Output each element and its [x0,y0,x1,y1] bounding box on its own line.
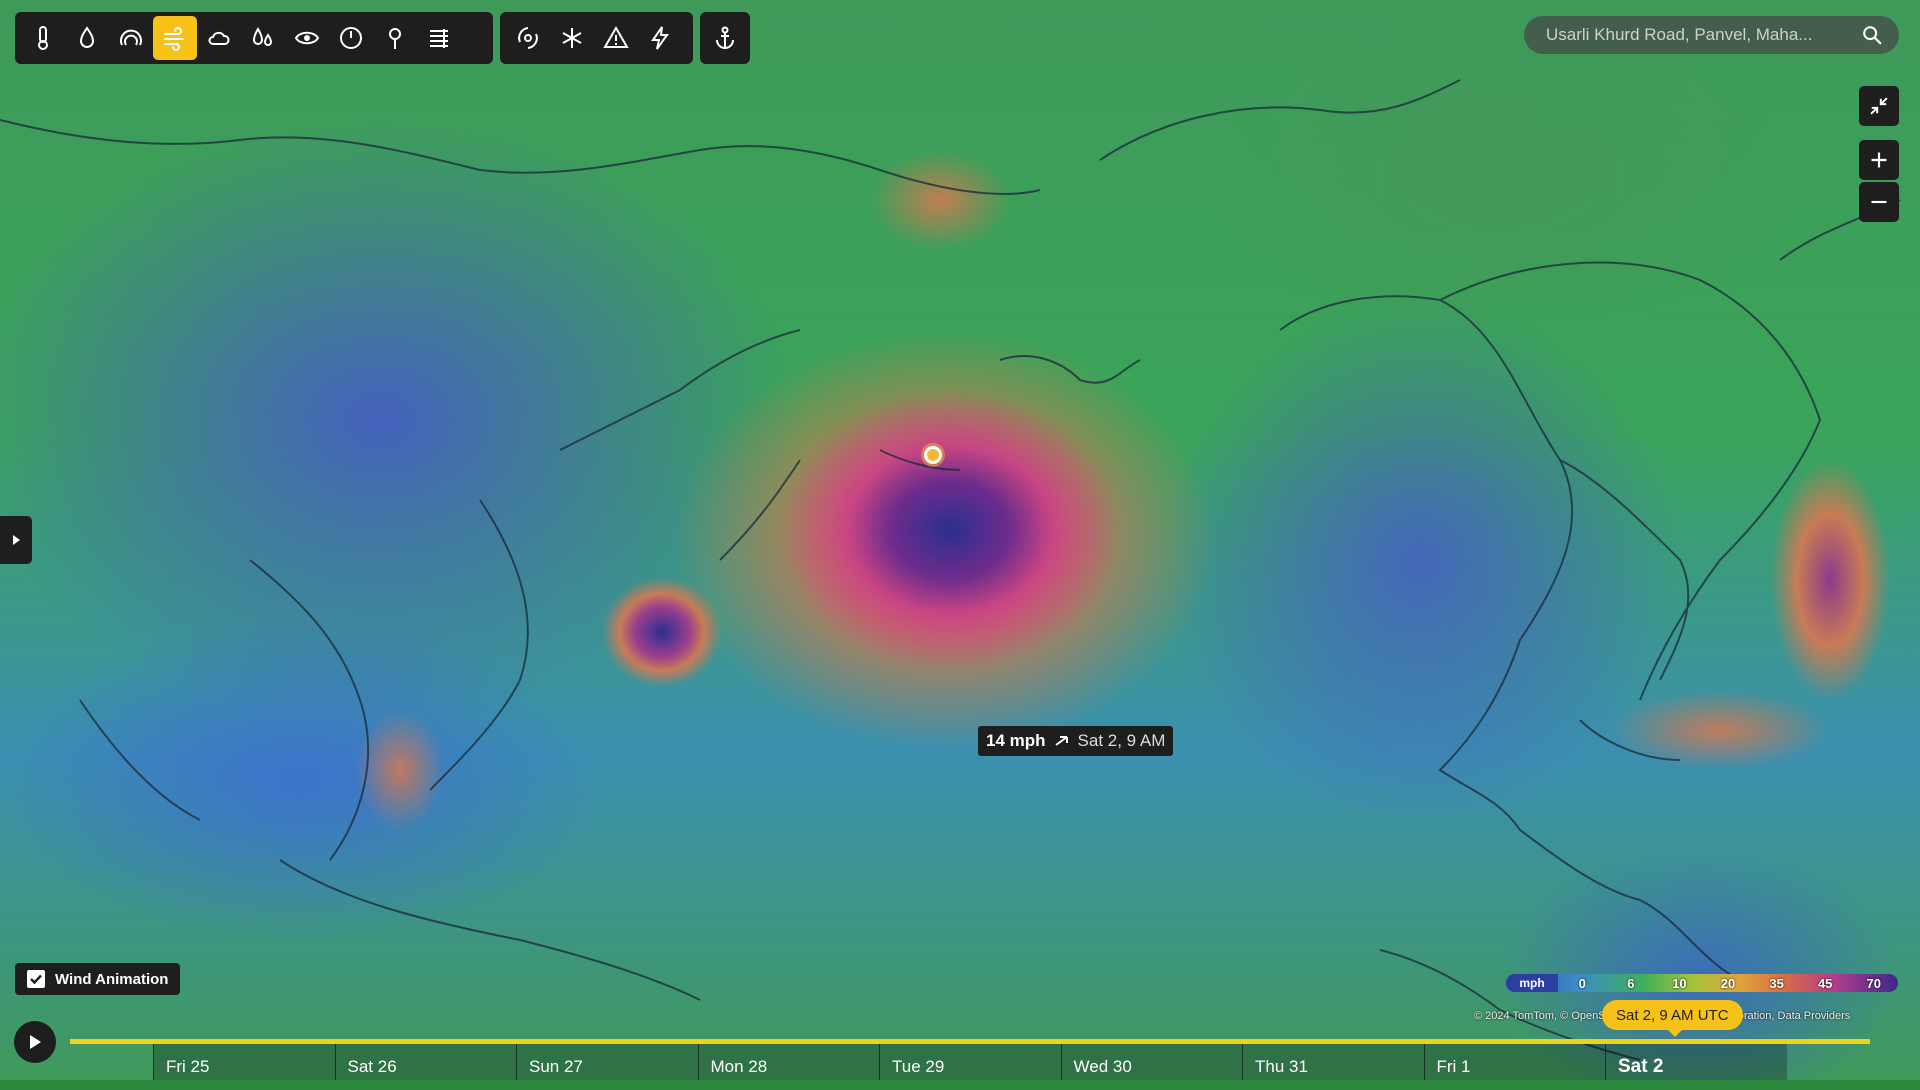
balloon-pin-icon [389,28,401,49]
location-marker[interactable] [924,446,942,464]
collapse-icon [1870,97,1888,115]
thermometer-icon [38,26,48,50]
weather-map[interactable] [0,0,1920,1080]
timeline-day[interactable]: Fri 1 [1423,1044,1605,1080]
legend-tick: 20 [1720,975,1736,991]
layer-button-gauge[interactable] [329,16,373,60]
layer-button-cloud[interactable] [197,16,241,60]
timeline-day[interactable]: Wed 30 [1060,1044,1242,1080]
legend-tick: 6 [1627,975,1635,991]
hurricane-icon [518,27,538,49]
wind-animation-toggle[interactable]: Wind Animation [15,963,181,995]
waves-icon [430,29,448,48]
map-coastlines [0,79,1901,1061]
timeline-day[interactable]: Mon 28 [697,1044,879,1080]
humidity-drops-icon [252,27,273,46]
layer-button-hurricane[interactable] [506,16,550,60]
timeline-day[interactable]: Sun 27 [516,1044,698,1080]
layer-button-droplet[interactable] [65,16,109,60]
checkmark-icon [30,974,42,985]
wind-tooltip: 14 mph Sat 2, 9 AM [978,726,1174,756]
legend-unit[interactable]: mph [1506,974,1558,992]
wind-speed-value: 14 mph [986,731,1046,750]
location-search[interactable] [1524,16,1899,54]
toolbar-marine-group [700,12,750,64]
toolbar-layers-group [15,12,493,64]
minus-icon [1871,200,1887,204]
layer-button-visibility-eye[interactable] [285,16,329,60]
legend-tick: 35 [1769,975,1784,991]
wind-icon [164,27,184,51]
side-panel-toggle[interactable] [0,516,32,564]
legend-tick: 0 [1578,975,1586,991]
legend-tick: 10 [1672,975,1687,991]
zoom-out-button[interactable] [1859,182,1899,222]
lightning-icon [651,26,669,50]
cloud-icon [208,31,230,45]
warning-triangle-icon [603,26,629,48]
current-time-badge: Sat 2, 9 AM UTC [1602,1000,1743,1037]
layer-button-balloon-pin[interactable] [373,16,417,60]
legend-tick: 45 [1817,975,1833,991]
layer-button-lightning[interactable] [638,16,682,60]
layer-button-wind[interactable] [153,16,197,60]
timeline-day[interactable]: Thu 31 [1242,1044,1424,1080]
layer-button-snowflake-wind[interactable] [550,16,594,60]
chevron-right-icon [13,535,20,545]
gauge-icon [340,27,362,49]
timeline[interactable]: Fri 25 Sat 26 Sun 27 Mon 28 Tue 29 Wed 30 Thu … [0,1036,1920,1080]
layer-button-waves[interactable] [417,16,461,60]
wind-animation-checkbox[interactable] [27,970,45,988]
wind-animation-label: Wind Animation [55,970,169,988]
visibility-eye-icon [294,31,320,45]
search-input[interactable] [1544,24,1861,46]
layer-button-thermometer[interactable] [21,16,65,60]
timeline-day[interactable]: Sat 2 [1605,1044,1787,1080]
toolbar-hazards-group [500,12,693,64]
timeline-day[interactable]: Sat 26 [334,1044,516,1080]
anchor-icon [716,26,734,49]
layer-button-warning-triangle[interactable] [594,16,638,60]
layer-button-anchor[interactable] [706,16,744,60]
layer-button-pressure-gauge[interactable] [109,16,153,60]
color-legend[interactable]: mph 0 6 10 20 35 45 70 [1506,974,1898,992]
snowflake-wind-icon [562,28,582,48]
legend-tick: 70 [1866,975,1881,991]
pressure-gauge-icon [120,29,142,46]
wind-direction-arrow-icon [1054,736,1068,746]
tooltip-time: Sat 2, 9 AM [1077,731,1166,750]
search-icon[interactable] [1861,24,1883,46]
plus-icon [1871,152,1887,168]
collapse-fullscreen-button[interactable] [1859,86,1899,126]
layer-button-humidity-drops[interactable] [241,16,285,60]
droplet-icon [79,26,95,48]
timeline-day[interactable]: Fri 25 [153,1044,335,1080]
zoom-in-button[interactable] [1859,140,1899,180]
timeline-day[interactable]: Tue 29 [879,1044,1061,1080]
